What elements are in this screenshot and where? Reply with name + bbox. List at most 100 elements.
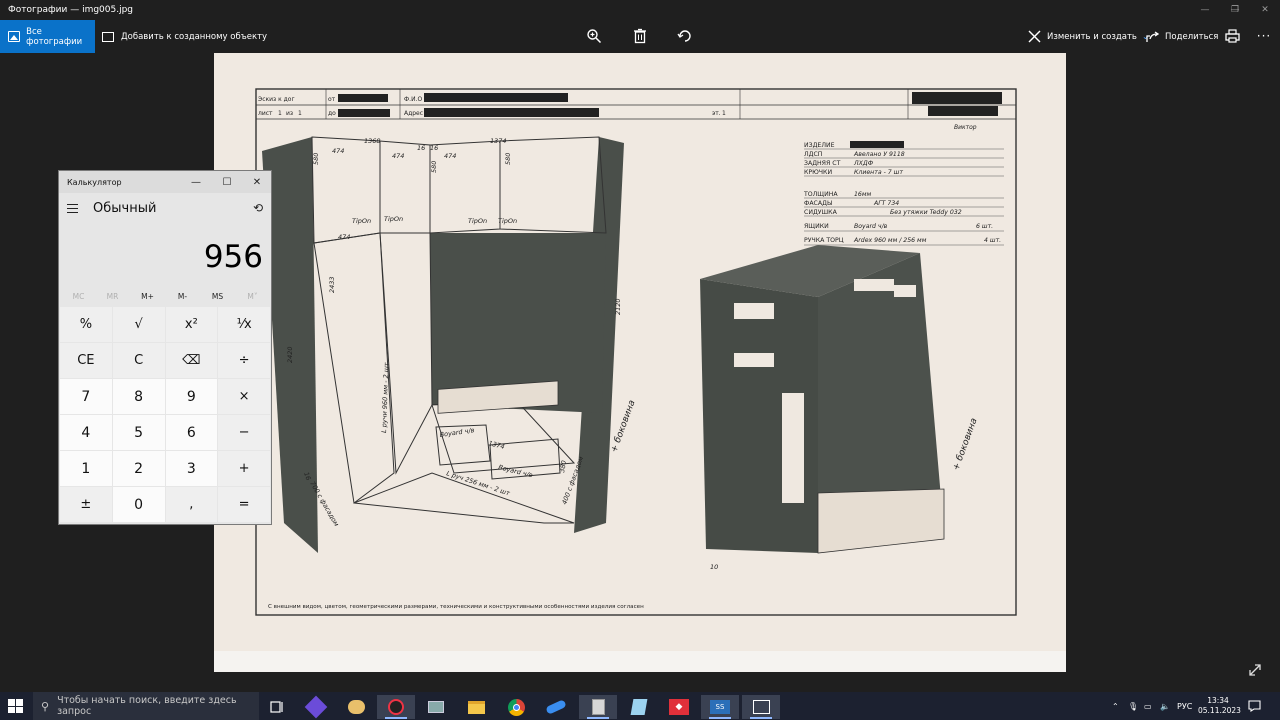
volume-icon[interactable]: 🔈 [1160, 692, 1170, 720]
memory-store-button[interactable]: MS [200, 292, 235, 301]
decimal-key[interactable]: , [165, 487, 218, 522]
fullscreen-icon[interactable] [1248, 662, 1264, 678]
digit-7-key[interactable]: 7 [60, 379, 112, 414]
search-placeholder: Чтобы начать поиск, введите здесь запрос [57, 695, 237, 717]
network-icon[interactable]: ▭ [1144, 692, 1152, 720]
digit-9-key[interactable]: 9 [165, 379, 218, 414]
minus-key[interactable]: − [218, 415, 270, 450]
taskbar-clock[interactable]: 13:34 05.11.2023 [1198, 696, 1241, 716]
anydesk-icon[interactable]: ◆ [660, 695, 698, 719]
spec-label-handle: РУЧКА ТОРЦ [804, 237, 844, 244]
dim-474-d: 474 [338, 233, 350, 241]
label-tipon-4: TipOn [498, 217, 517, 225]
dim-1374-top: 1374 [490, 137, 507, 145]
spec-value-drawers: Boyard ч/в [854, 223, 888, 230]
app-purple-icon[interactable] [297, 695, 335, 719]
plus-key[interactable]: + [218, 451, 270, 486]
more-icon[interactable]: ··· [1255, 27, 1273, 45]
delete-icon[interactable] [631, 27, 649, 45]
divide-key[interactable]: ÷ [218, 343, 270, 378]
task-view-icon[interactable] [258, 695, 296, 719]
app-circle-icon[interactable] [377, 695, 415, 719]
reciprocal-key[interactable]: ¹⁄x [218, 307, 270, 342]
digit-0-key[interactable]: 0 [112, 487, 165, 522]
header-doc-label: Эскиз к дог [258, 96, 295, 103]
taskbar-search[interactable]: ⚲ Чтобы начать поиск, введите здесь запр… [33, 692, 259, 720]
digit-1-key[interactable]: 1 [60, 451, 112, 486]
calculator-taskbar-icon[interactable] [579, 695, 617, 719]
notes-icon[interactable] [620, 695, 658, 719]
digit-6-key[interactable]: 6 [165, 415, 218, 450]
dim-1368: 1368 [364, 137, 381, 145]
memory-recall-button[interactable]: MR [95, 292, 130, 301]
spec-value-back: ЛХДФ [853, 160, 874, 167]
memory-add-button[interactable]: M+ [130, 292, 165, 301]
add-to-creation-button[interactable]: Добавить к созданному объекту [102, 20, 267, 53]
computer-icon[interactable] [417, 695, 455, 719]
close-button[interactable]: ✕ [1250, 0, 1280, 20]
microphone-icon[interactable]: 🎙 [1128, 692, 1138, 720]
label-tipon-1: TipOn [352, 217, 371, 225]
digit-8-key[interactable]: 8 [112, 379, 165, 414]
backspace-key[interactable]: ⌫ [165, 343, 218, 378]
share-button[interactable]: Поделиться [1146, 20, 1218, 53]
print-icon[interactable] [1223, 27, 1241, 45]
dim-474-b: 474 [392, 152, 404, 160]
explorer-icon[interactable] [457, 695, 495, 719]
digit-3-key[interactable]: 3 [165, 451, 218, 486]
sqrt-key[interactable]: √ [112, 307, 165, 342]
calculator-close-button[interactable]: ✕ [246, 174, 268, 190]
app-ss-icon[interactable]: SS [701, 695, 739, 719]
spec-value-ldsp: Авелано У 9118 [853, 151, 905, 158]
dim-474-a: 474 [332, 147, 344, 155]
photos-icon [8, 31, 21, 42]
calculator-minimize-button[interactable]: — [185, 174, 207, 190]
history-icon[interactable]: ⟲ [253, 201, 263, 215]
square-key[interactable]: x² [165, 307, 218, 342]
digit-5-key[interactable]: 5 [112, 415, 165, 450]
chrome-icon[interactable] [497, 695, 535, 719]
digit-4-key[interactable]: 4 [60, 415, 112, 450]
spec-extra-handle: 4 шт. [984, 237, 1001, 244]
calculator-window: Калькулятор — ☐ ✕ Обычный ⟲ 956 MC MR M+… [58, 170, 272, 525]
start-button[interactable] [8, 699, 23, 713]
add-to-creation-label: Добавить к созданному объекту [121, 31, 268, 42]
all-photos-label: Все фотографии [26, 26, 83, 47]
percent-key[interactable]: % [60, 307, 112, 342]
header-signature: Виктор [954, 124, 977, 131]
minimize-button-2[interactable]: — [1190, 0, 1220, 20]
negate-key[interactable]: ± [60, 487, 112, 522]
language-indicator[interactable]: РУС [1177, 692, 1192, 720]
multiply-key[interactable]: × [218, 379, 270, 414]
spec-extra-drawers: 6 шт. [976, 223, 993, 230]
calculator-maximize-button[interactable]: ☐ [216, 174, 238, 190]
app-blue-icon[interactable] [537, 695, 575, 719]
header-floor-num: 1 [722, 110, 726, 117]
memory-subtract-button[interactable]: M- [165, 292, 200, 301]
menu-icon[interactable] [67, 204, 78, 213]
edit-icon [1028, 30, 1041, 43]
clear-key[interactable]: C [112, 343, 165, 378]
all-photos-button[interactable]: Все фотографии [0, 20, 95, 53]
zoom-in-icon[interactable] [585, 27, 603, 45]
memory-clear-button[interactable]: MC [61, 292, 96, 301]
calculator-display: 956 [203, 239, 263, 275]
rotate-icon[interactable] [676, 27, 694, 45]
photos-taskbar-icon[interactable] [742, 695, 780, 719]
spec-value-hooks: Клиента - 7 шт [854, 169, 903, 176]
taskbar: ⚲ Чтобы начать поиск, введите здесь запр… [0, 692, 1280, 720]
notifications-icon[interactable] [1248, 692, 1261, 720]
edit-create-button[interactable]: Изменить и создать ⌄ [1028, 20, 1149, 53]
clear-entry-key[interactable]: CE [60, 343, 112, 378]
digit-2-key[interactable]: 2 [112, 451, 165, 486]
spec-label-drawers: ЯЩИКИ [804, 223, 829, 230]
tray-chevron-icon[interactable]: ⌃ [1112, 692, 1119, 720]
paint-icon[interactable] [337, 695, 375, 719]
memory-list-button[interactable]: M˅ [235, 292, 270, 301]
calculator-mode: Обычный [93, 201, 157, 216]
spec-value-thickness: 16мм [854, 191, 872, 198]
equals-key[interactable]: = [218, 487, 270, 522]
restore-button[interactable]: ❐ [1220, 0, 1250, 20]
spec-label-thickness: ТОЛЩИНА [803, 191, 838, 198]
header-sheet-label: лист [258, 110, 273, 117]
